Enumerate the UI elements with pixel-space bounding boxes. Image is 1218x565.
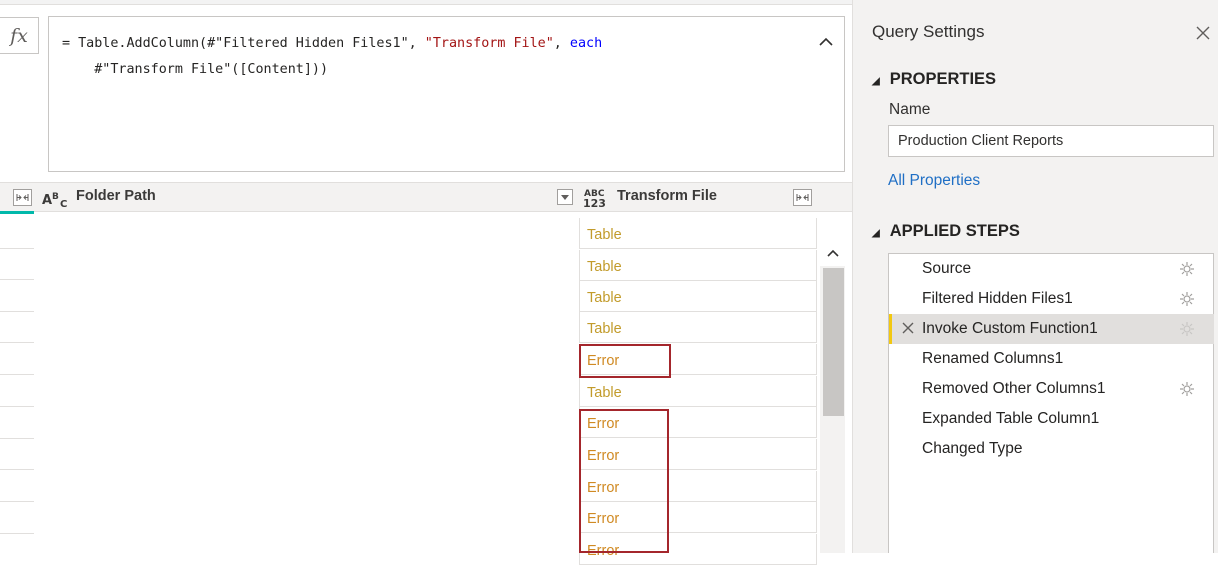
applied-step-item[interactable]: Filtered Hidden Files1 [889,284,1214,314]
row-divider [0,279,34,280]
formula-text[interactable]: = Table.AddColumn(#"Filtered Hidden File… [62,31,802,83]
applied-step-item-selected[interactable]: Invoke Custom Function1 [889,314,1214,344]
scroll-up-icon[interactable] [820,240,845,266]
svg-text:123: 123 [583,197,606,210]
chevron-up-icon[interactable] [815,30,837,52]
row-divider [0,501,34,502]
row-divider [0,342,34,343]
transform-file-cell[interactable]: Table [579,281,817,312]
formula-line1-keyword: each [569,36,603,51]
text-type-icon[interactable]: ABC [42,190,72,212]
column-header-transform-file[interactable]: Transform File [617,188,717,204]
svg-text:B: B [52,192,59,202]
name-label: Name [889,101,931,118]
applied-steps-section-header[interactable]: ◢ APPLIED STEPS [872,222,1020,241]
step-label: Removed Other Columns1 [922,380,1106,397]
gear-icon[interactable] [1179,261,1195,277]
close-icon[interactable] [1192,22,1214,44]
step-label: Filtered Hidden Files1 [922,290,1073,307]
step-label: Changed Type [922,440,1023,457]
step-label: Renamed Columns1 [922,350,1064,367]
row-divider [0,406,34,407]
transform-file-cell[interactable]: Table [579,218,817,249]
query-settings-title: Query Settings [872,22,985,41]
collapse-triangle-icon: ◢ [872,76,880,87]
row-divider [0,469,34,470]
formula-line1-part-a: = Table.AddColumn(#"Filtered Hidden File… [62,36,425,51]
formula-line1-part-b: , [553,36,570,51]
collapse-triangle-icon: ◢ [872,228,880,239]
expand-column-icon[interactable] [793,189,812,206]
formula-line2: #"Transform File"([Content])) [62,62,329,77]
row-divider [0,438,34,439]
error-highlight-box [579,344,671,378]
properties-section-header[interactable]: ◢ PROPERTIES [872,70,996,89]
any-type-icon[interactable]: ABC 123 [582,186,612,214]
query-name-input[interactable]: Production Client Reports [888,125,1214,157]
step-label: Invoke Custom Function1 [922,320,1098,337]
applied-step-item[interactable]: Renamed Columns1 [889,344,1214,374]
gear-icon[interactable] [1179,321,1195,337]
column-header-folder-path[interactable]: Folder Path [76,188,156,204]
error-highlight-box [579,409,669,553]
svg-text:C: C [60,199,67,208]
svg-text:A: A [42,193,52,208]
transform-file-cell[interactable]: Table [579,250,817,281]
scrollbar-thumb[interactable] [823,268,844,416]
step-label: Expanded Table Column1 [922,410,1100,427]
properties-heading: PROPERTIES [889,70,997,88]
all-properties-link[interactable]: All Properties [888,172,980,190]
row-divider [0,374,34,375]
applied-step-item[interactable]: Source [889,254,1214,284]
step-label: Source [922,260,972,277]
gear-icon[interactable] [1179,381,1195,397]
expand-column-icon[interactable] [13,189,32,206]
formula-line1-string: "Transform File" [424,36,554,51]
selected-step-indicator [889,314,892,344]
row-divider [0,311,34,312]
transform-file-cell[interactable]: Table [579,312,817,343]
selected-column-indicator [0,211,34,214]
transform-file-cell[interactable]: Table [579,376,817,407]
delete-step-icon[interactable] [901,321,917,337]
applied-step-item[interactable]: Removed Other Columns1 [889,374,1214,404]
applied-step-item[interactable]: Expanded Table Column1 [889,404,1214,434]
applied-step-item[interactable]: Changed Type [889,434,1214,464]
top-toolbar-edge [0,0,852,5]
fx-icon[interactable]: fx [0,17,39,54]
filter-dropdown-icon[interactable] [557,189,573,205]
row-divider [0,533,34,534]
row-divider [0,248,34,249]
applied-steps-heading: APPLIED STEPS [889,222,1020,240]
gear-icon[interactable] [1179,291,1195,307]
